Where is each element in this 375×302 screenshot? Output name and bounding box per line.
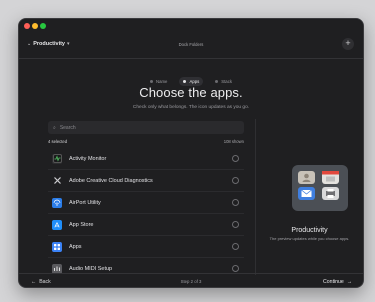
search-icon: ⌕ (53, 124, 56, 131)
arrow-right-icon: → (346, 279, 352, 285)
contacts-icon (298, 171, 315, 184)
app-list: Activity Monitor Adobe Creative Cloud Di… (48, 148, 244, 273)
apps-icon (52, 241, 62, 252)
step-label: Stack (221, 79, 232, 84)
app-name: AirPort Utility (69, 199, 101, 206)
list-item[interactable]: Adobe Creative Cloud Diagnostics (48, 170, 244, 192)
step-dot-icon (183, 80, 187, 83)
list-item[interactable]: Activity Monitor (48, 148, 244, 170)
search-box[interactable]: ⌕ (48, 121, 244, 134)
list-item[interactable]: AirPort Utility (48, 192, 244, 214)
shown-count: 108 shown (223, 139, 244, 144)
app-name: Apps (69, 243, 82, 250)
footer-bar: ← Back Step 2 of 3 Continue → (19, 273, 363, 287)
step-dot-icon (215, 80, 219, 83)
select-radio[interactable] (232, 155, 239, 162)
app-name: Activity Monitor (69, 155, 107, 162)
title-bar (19, 19, 363, 33)
page-subtitle: Check only what belongs. The icon update… (132, 105, 250, 110)
minimize-window-button[interactable] (32, 23, 38, 29)
list-item[interactable]: Audio MIDI Setup (48, 258, 244, 273)
window-title: Dock Folders (178, 42, 204, 47)
preview-caption: The preview updates while you choose app… (269, 236, 350, 241)
close-window-button[interactable] (24, 23, 30, 29)
selected-count: 4 selected (48, 139, 68, 144)
select-radio[interactable] (232, 265, 239, 272)
app-store-icon (52, 219, 62, 230)
app-name: Adobe Creative Cloud Diagnostics (69, 177, 153, 184)
toolbar: ⌄ Productivity ▾ Dock Folders + (19, 33, 363, 59)
preview-panel: Productivity The preview updates while y… (255, 119, 363, 275)
step-label: Apps (189, 79, 200, 84)
select-radio[interactable] (232, 243, 239, 250)
select-radio[interactable] (232, 199, 239, 206)
app-name: Audio MIDI Setup (69, 265, 113, 272)
mail-icon (298, 187, 315, 200)
app-name: App Store (69, 221, 94, 228)
continue-label: Continue (323, 279, 344, 285)
folder-preview-icon (292, 165, 348, 211)
preview-title: Productivity (291, 227, 328, 234)
audio-icon (52, 263, 62, 273)
list-item[interactable]: App Store (48, 214, 244, 236)
search-input[interactable] (59, 124, 230, 131)
step-label: Name (155, 79, 168, 84)
select-radio[interactable] (232, 177, 239, 184)
wrench-icon (52, 176, 62, 186)
printer-icon (321, 187, 339, 200)
step-counter: Step 2 of 3 (180, 279, 202, 284)
list-item[interactable]: Apps (48, 236, 244, 258)
page-title: Choose the apps. (139, 85, 243, 100)
zoom-window-button[interactable] (40, 23, 46, 29)
select-radio[interactable] (232, 221, 239, 228)
continue-button[interactable]: Continue → (323, 279, 352, 285)
activity-monitor-icon (52, 153, 62, 164)
airport-icon (52, 197, 62, 208)
app-window: ⌄ Productivity ▾ Dock Folders + Name App… (18, 18, 364, 288)
step-dot-icon (149, 80, 153, 83)
calendar-icon (321, 171, 339, 184)
add-button[interactable]: + (342, 38, 354, 50)
